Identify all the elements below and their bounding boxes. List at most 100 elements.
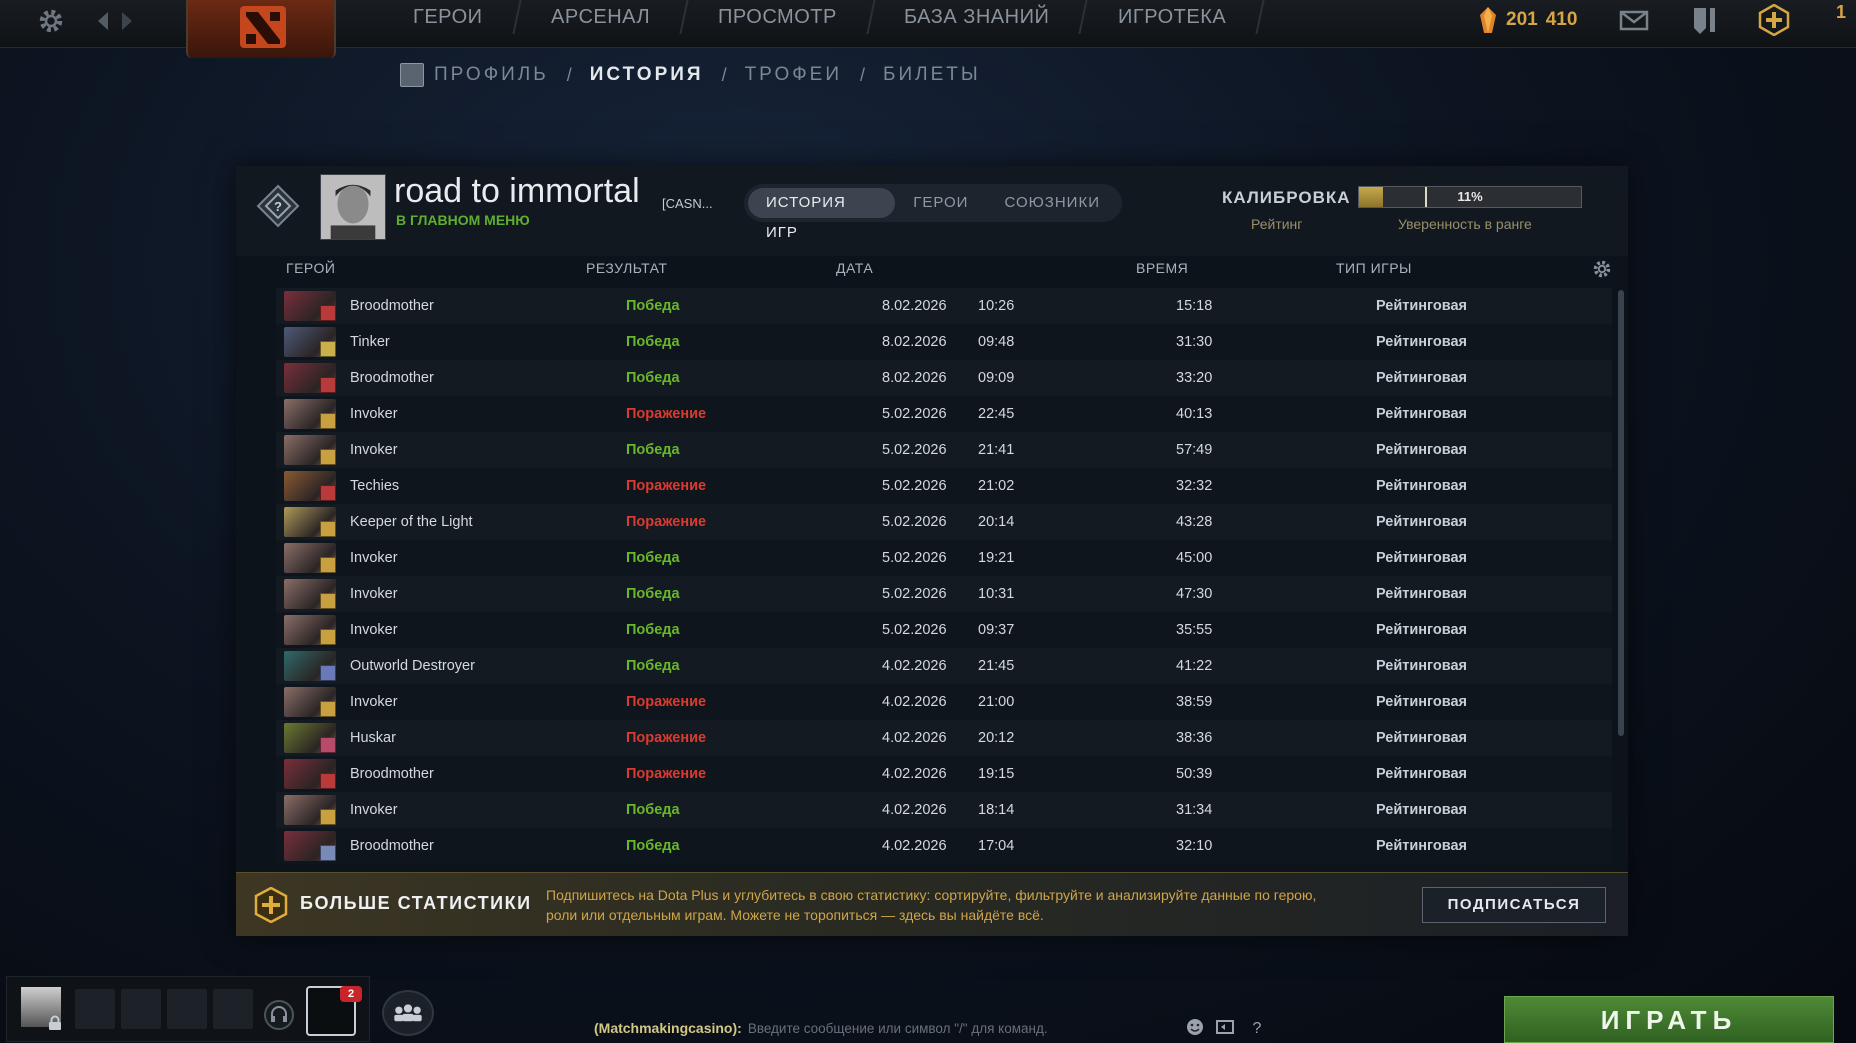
dota-plus-description: Подпишитесь на Dota Plus и углубитесь в … — [546, 887, 1317, 923]
column-header-time[interactable]: ВРЕМЯ — [1136, 260, 1188, 276]
hero-name: Broodmother — [350, 766, 434, 782]
role-icon — [320, 341, 336, 357]
shard-gem-icon — [1480, 7, 1496, 33]
shards-count: 201 — [1506, 9, 1538, 30]
dota-logo-icon — [240, 6, 286, 48]
match-mode: Рейтинговая — [1376, 838, 1468, 854]
rank-confidence-value: 11% — [1457, 189, 1483, 204]
topnav-arsenal[interactable]: АРСЕНАЛ — [513, 0, 689, 34]
party-slot[interactable] — [121, 989, 161, 1029]
match-date: 8.02.2026 — [882, 334, 947, 350]
match-date: 5.02.2026 — [882, 442, 947, 458]
match-mode: Рейтинговая — [1376, 442, 1468, 458]
table-row[interactable]: Broodmother Победа 4.02.2026 17:04 32:10 Рейт… — [276, 828, 1612, 864]
friends-button[interactable] — [382, 990, 434, 1036]
match-mode: Рейтинговая — [1376, 550, 1468, 566]
chat-channel-name[interactable]: (Matchmakingcasino): — [594, 1020, 742, 1036]
chat-swap-icon[interactable] — [1214, 1016, 1236, 1038]
subnav-history[interactable]: ИСТОРИЯ — [590, 64, 704, 86]
table-row[interactable]: Invoker Победа 4.02.2026 18:14 31:34 Рейтинго… — [276, 792, 1612, 828]
role-icon — [320, 773, 336, 789]
hero-name: Invoker — [350, 622, 398, 638]
chat-input[interactable] — [747, 1020, 1188, 1036]
match-duration: 47:30 — [1176, 586, 1213, 602]
avatar[interactable] — [400, 63, 424, 87]
table-row[interactable]: Huskar Поражение 4.02.2026 20:12 38:36 Рейтин… — [276, 720, 1612, 756]
voice-chat-button[interactable] — [264, 1000, 294, 1030]
tab-heroes[interactable]: ГЕРОИ — [895, 188, 986, 218]
forward-arrow-icon[interactable] — [122, 12, 132, 30]
subscribe-button[interactable]: ПОДПИСАТЬСЯ — [1422, 887, 1606, 923]
table-row[interactable]: Broodmother Поражение 4.02.2026 19:15 50:39 Р… — [276, 756, 1612, 792]
match-result: Победа — [626, 442, 680, 458]
tab-match-history[interactable]: ИСТОРИЯ ИГР — [748, 188, 896, 241]
topnav-watch[interactable]: ПРОСМОТР — [680, 0, 876, 34]
hero-name: Techies — [350, 478, 400, 494]
mail-icon[interactable] — [1618, 4, 1650, 36]
party-slot[interactable] — [167, 989, 207, 1029]
column-header-hero[interactable]: ГЕРОЙ — [286, 260, 335, 276]
column-header-result[interactable]: РЕЗУЛЬТАТ — [586, 260, 667, 276]
table-row[interactable]: Invoker Победа 5.02.2026 10:31 47:30 Рейтинго… — [276, 576, 1612, 612]
table-row[interactable]: Keeper of the Light Поражение 5.02.2026 20:… — [276, 504, 1612, 540]
match-date: 4.02.2026 — [882, 838, 947, 854]
dashboard-logo-tab[interactable] — [186, 0, 336, 58]
settings-gear-icon[interactable] — [36, 6, 66, 36]
help-icon[interactable]: ? — [1246, 1016, 1268, 1038]
match-mode: Рейтинговая — [1376, 586, 1468, 602]
table-row[interactable]: Invoker Победа 5.02.2026 19:21 45:00 Рейтинго… — [276, 540, 1612, 576]
subnav-profile[interactable]: ПРОФИЛЬ — [434, 64, 549, 86]
topnav-heroes[interactable]: ГЕРОИ — [376, 0, 522, 34]
match-duration: 45:00 — [1176, 550, 1213, 566]
dota-plus-icon — [254, 887, 288, 923]
hero-name: Tinker — [350, 334, 390, 350]
dota-plus-icon[interactable] — [1758, 4, 1790, 36]
match-mode: Рейтинговая — [1376, 298, 1468, 314]
table-settings-icon[interactable] — [1591, 258, 1613, 280]
table-row[interactable]: Broodmother Победа 8.02.2026 10:26 15:18 Рейт… — [276, 288, 1612, 324]
profile-avatar[interactable] — [320, 174, 386, 240]
match-result: Поражение — [626, 514, 707, 530]
coins-count: 410 — [1545, 9, 1578, 30]
party-slot[interactable] — [213, 989, 253, 1029]
play-button[interactable]: ИГРАТЬ — [1504, 996, 1834, 1043]
hero-portrait — [284, 615, 336, 645]
table-row[interactable]: Invoker Победа 5.02.2026 21:41 57:49 Рейтинго… — [276, 432, 1612, 468]
hero-portrait — [284, 831, 336, 861]
match-mode: Рейтинговая — [1376, 802, 1468, 818]
topnav-label: АРСЕНАЛ — [550, 6, 650, 28]
match-duration: 31:30 — [1176, 334, 1213, 350]
tab-allies[interactable]: СОЮЗНИКИ — [986, 188, 1118, 218]
armory-icon[interactable] — [1688, 4, 1720, 36]
hero-name: Keeper of the Light — [350, 514, 473, 530]
history-tabs: ИСТОРИЯ ИГР ГЕРОИ СОЮЗНИКИ — [744, 184, 1122, 241]
match-date: 5.02.2026 — [882, 550, 947, 566]
table-row[interactable]: Techies Поражение 5.02.2026 21:02 32:32 Рейти… — [276, 468, 1612, 504]
table-row[interactable]: Tinker Победа 8.02.2026 09:48 31:30 Рейтингов… — [276, 324, 1612, 360]
match-duration: 15:18 — [1176, 298, 1213, 314]
table-row[interactable]: Invoker Поражение 4.02.2026 21:00 38:59 Рейти… — [276, 684, 1612, 720]
table-row[interactable]: Invoker Поражение 5.02.2026 22:45 40:13 Рейти… — [276, 396, 1612, 432]
party-slot[interactable] — [75, 989, 115, 1029]
hero-portrait — [284, 291, 336, 321]
table-row[interactable]: Broodmother Победа 8.02.2026 09:09 33:20 Рейт… — [276, 360, 1612, 396]
match-result: Победа — [626, 586, 680, 602]
emoji-icon[interactable] — [1184, 1016, 1206, 1038]
inventory-badge: 2 — [340, 986, 362, 1002]
column-header-mode[interactable]: ТИП ИГРЫ — [1336, 260, 1412, 276]
currency-display[interactable]: 201 410 — [1478, 2, 1577, 38]
calibration-label: КАЛИБРОВКА — [1222, 188, 1351, 207]
back-arrow-icon[interactable] — [98, 12, 108, 30]
column-header-date[interactable]: ДАТА — [836, 260, 873, 276]
topnav-arcade[interactable]: ИГРОТЕКА — [1081, 0, 1265, 34]
table-row[interactable]: Invoker Победа 5.02.2026 09:37 35:55 Рейтинго… — [276, 612, 1612, 648]
subnav-trophies[interactable]: ТРОФЕИ — [745, 64, 842, 86]
match-list-scrollbar[interactable] — [1618, 290, 1624, 736]
subnav-tickets[interactable]: БИЛЕТЫ — [883, 64, 981, 86]
topnav-knowledge-base[interactable]: БАЗА ЗНАНИЙ — [867, 0, 1089, 34]
table-row[interactable]: Outworld Destroyer Победа 4.02.2026 21:45 41… — [276, 648, 1612, 684]
hero-name: Broodmother — [350, 370, 434, 386]
match-duration: 41:22 — [1176, 658, 1213, 674]
match-mode: Рейтинговая — [1376, 514, 1468, 530]
match-duration: 32:32 — [1176, 478, 1213, 494]
